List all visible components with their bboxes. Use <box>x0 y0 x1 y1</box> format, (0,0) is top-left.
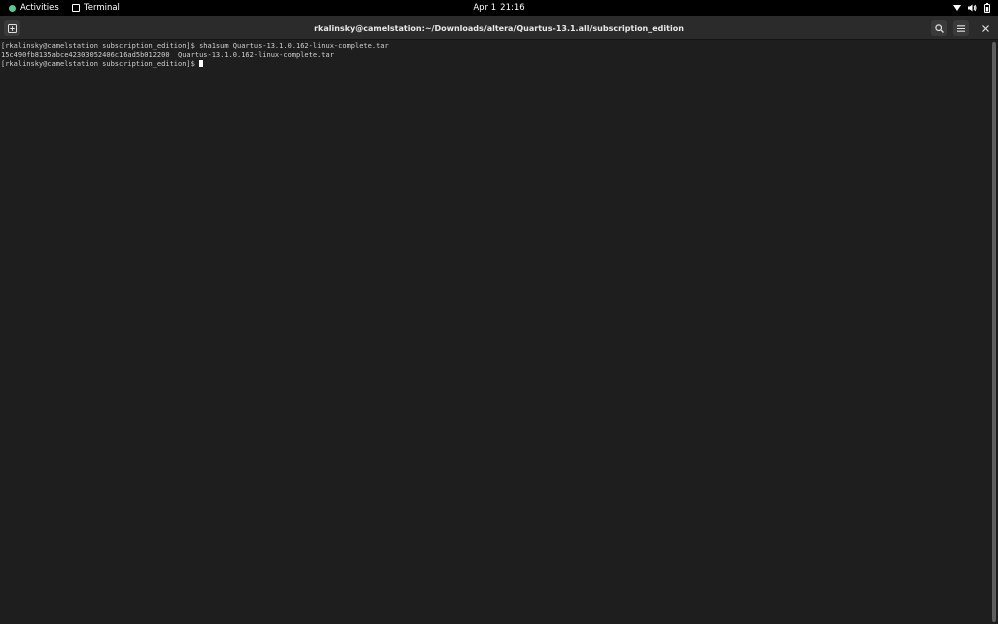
scrollbar-thumb[interactable] <box>992 42 996 622</box>
close-window-button[interactable] <box>977 20 993 36</box>
top-bar: Activities Terminal Apr 1 21:16 <box>0 0 998 16</box>
terminal-line: 15c490fb8135abce42303052406c16ad5b012200… <box>1 51 334 59</box>
terminal-scrollbar[interactable] <box>990 40 998 624</box>
clock-date: Apr 1 <box>473 3 497 13</box>
search-icon <box>934 23 944 33</box>
battery-icon <box>984 3 990 13</box>
terminal-line: [rkalinsky@camelstation subscription_edi… <box>1 42 389 50</box>
system-tray[interactable] <box>953 0 990 16</box>
network-icon <box>953 4 961 12</box>
terminal-output[interactable]: [rkalinsky@camelstation subscription_edi… <box>0 40 990 624</box>
window-title: rkalinsky@camelstation:~/Downloads/alter… <box>314 23 684 33</box>
window-header-bar: rkalinsky@camelstation:~/Downloads/alter… <box>0 16 998 40</box>
volume-icon <box>968 4 977 12</box>
text-cursor <box>199 60 204 67</box>
terminal-prompt: [rkalinsky@camelstation subscription_edi… <box>1 60 200 68</box>
main-menu-button[interactable] <box>953 20 969 36</box>
clock[interactable]: Apr 1 21:16 <box>0 0 998 16</box>
close-icon <box>981 24 989 32</box>
terminal-prompt-line[interactable]: [rkalinsky@camelstation subscription_edi… <box>0 60 990 69</box>
clock-time: 21:16 <box>500 3 525 13</box>
search-button[interactable] <box>931 20 947 36</box>
hamburger-menu-icon <box>957 24 965 32</box>
